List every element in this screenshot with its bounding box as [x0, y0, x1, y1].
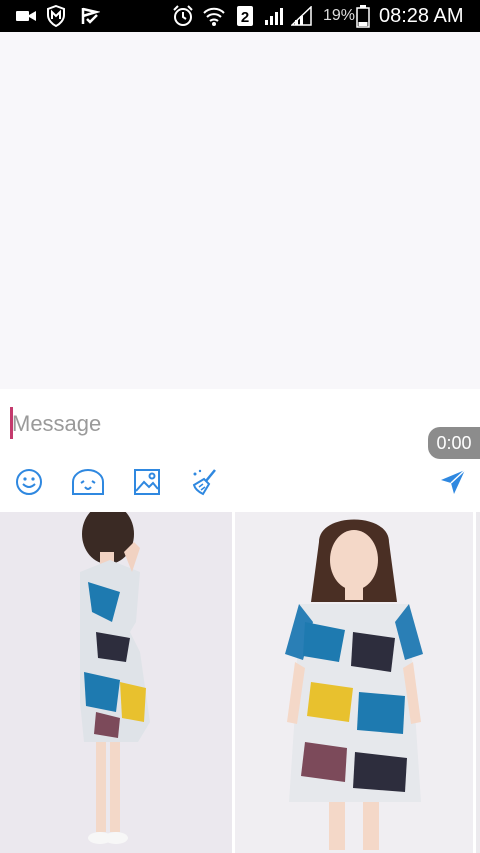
- image-icon[interactable]: [132, 467, 162, 497]
- message-input[interactable]: [10, 405, 412, 443]
- dress-side-view-photo[interactable]: [0, 512, 232, 853]
- shield-icon: [44, 4, 68, 28]
- dress-partial-photo[interactable]: [476, 512, 480, 853]
- sim-2-icon: 2: [235, 4, 255, 28]
- svg-text:2: 2: [241, 9, 249, 26]
- sticker-icon[interactable]: [70, 467, 106, 497]
- check-flag-icon: [78, 4, 102, 28]
- battery-percent: 19%: [323, 7, 356, 24]
- emoji-icon[interactable]: [14, 467, 44, 497]
- battery-icon: [355, 4, 371, 28]
- recording-timer: 0:00: [428, 427, 480, 459]
- signal-bars-outline-icon: [290, 4, 314, 28]
- clean-brush-icon[interactable]: [190, 467, 220, 497]
- send-icon[interactable]: [438, 467, 468, 497]
- clock-time: 08:28 AM: [379, 5, 464, 27]
- chat-area[interactable]: [0, 32, 480, 389]
- alarm-clock-icon: [171, 4, 195, 28]
- signal-bars-icon: [263, 4, 287, 28]
- message-composer: 0:00: [0, 389, 480, 510]
- dress-front-view-photo[interactable]: [235, 512, 473, 853]
- video-camera-icon: [14, 4, 38, 28]
- status-bar: 2 19% 08:28 AM: [0, 0, 480, 32]
- wifi-icon: [201, 4, 227, 28]
- photo-gallery: [0, 510, 480, 853]
